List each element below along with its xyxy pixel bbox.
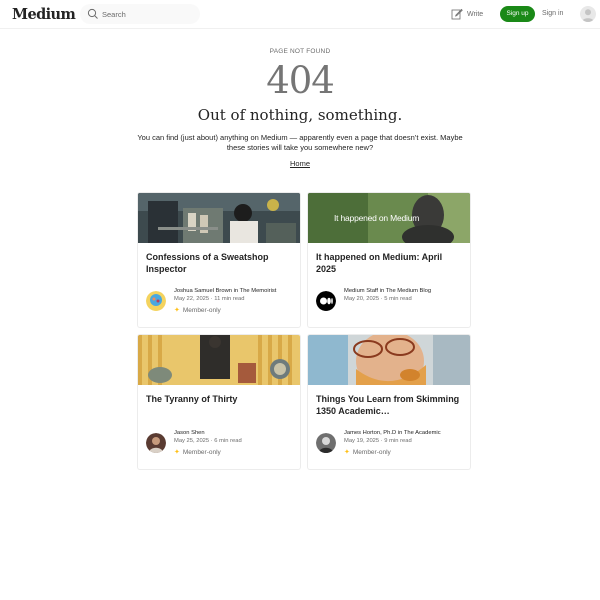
member-only-badge: ✦ Member-only <box>174 306 221 315</box>
story-thumbnail[interactable] <box>308 335 470 385</box>
signin-link[interactable]: Sign in <box>542 10 563 17</box>
story-date: May 22, 2025 <box>174 296 210 302</box>
story-byline: Joshua Samuel Brown in The Memoirist <box>174 288 277 294</box>
story-meta: May 20, 2025 · 5 min read <box>344 296 412 302</box>
author-name[interactable]: Medium Staff <box>344 288 378 294</box>
signup-button[interactable]: Sign up <box>500 6 535 22</box>
author-avatar[interactable] <box>316 433 336 453</box>
story-meta: May 22, 2025 · 11 min read <box>174 296 245 302</box>
story-thumbnail[interactable] <box>138 193 300 243</box>
story-meta: May 19, 2025 · 9 min read <box>344 438 412 444</box>
write-icon <box>451 8 463 20</box>
author-name[interactable]: Joshua Samuel Brown <box>174 288 232 294</box>
search-icon <box>87 8 98 19</box>
story-date: May 20, 2025 <box>344 296 380 302</box>
author-avatar[interactable] <box>316 291 336 311</box>
story-title[interactable]: Confessions of a Sweatshop Inspector <box>146 251 294 275</box>
medium-logo[interactable]: Medium <box>12 6 76 23</box>
member-only-badge: ✦ Member-only <box>344 448 391 457</box>
star-icon: ✦ <box>344 449 350 456</box>
page-title: Out of nothing, something. <box>197 106 403 124</box>
home-link[interactable]: Home <box>290 159 310 168</box>
story-byline: Jason Shen <box>174 430 296 436</box>
star-icon: ✦ <box>174 307 180 314</box>
story-date: May 19, 2025 <box>344 438 380 444</box>
story-byline: James Horton, Ph.D in The Academic <box>344 430 441 436</box>
write-label: Write <box>467 10 484 18</box>
thumbnail-overlay-text: It happened on Medium <box>334 213 420 223</box>
publication-name[interactable]: The Academic <box>404 430 441 436</box>
publication-name[interactable]: The Medium Blog <box>386 288 431 294</box>
member-only-label: Member-only <box>182 306 221 314</box>
author-name[interactable]: Jason Shen <box>174 430 205 436</box>
story-byline: Medium Staff in The Medium Blog <box>344 288 432 294</box>
author-name[interactable]: James Horton, Ph.D <box>344 430 396 436</box>
story-title[interactable]: It happened on Medium: April 2025 <box>316 251 464 275</box>
page-description: You can find (just about) anything on Me… <box>137 133 463 152</box>
home-link-wrapper: Home <box>0 159 600 168</box>
star-icon: ✦ <box>174 449 180 456</box>
story-card[interactable]: Confessions of a Sweatshop Inspector Jos… <box>138 193 300 327</box>
story-thumbnail[interactable] <box>138 335 300 385</box>
member-only-label: Member-only <box>182 448 221 456</box>
author-avatar[interactable] <box>146 433 166 453</box>
story-card[interactable]: Things You Learn from Skimming 1350 Acad… <box>308 335 470 469</box>
top-navbar: Medium Write Sign up Sign in <box>0 0 600 29</box>
user-avatar-icon[interactable] <box>580 6 596 22</box>
member-only-label: Member-only <box>352 448 391 456</box>
error-code: 404 <box>266 59 335 102</box>
story-card[interactable]: It happened on Medium It happened on Med… <box>308 193 470 327</box>
story-card[interactable]: The Tyranny of Thirty Jason Shen May 25,… <box>138 335 300 469</box>
page-not-found-label: PAGE NOT FOUND <box>269 48 331 55</box>
read-time: 11 min read <box>214 296 245 302</box>
read-time: 9 min read <box>384 438 412 444</box>
story-title[interactable]: The Tyranny of Thirty <box>146 393 294 405</box>
author-avatar[interactable] <box>146 291 166 311</box>
write-button[interactable]: Write <box>451 7 483 21</box>
story-title[interactable]: Things You Learn from Skimming 1350 Acad… <box>316 393 464 417</box>
story-thumbnail[interactable]: It happened on Medium <box>308 193 470 243</box>
story-meta: May 25, 2025 · 6 min read <box>174 438 242 444</box>
publication-name[interactable]: The Memoirist <box>240 288 277 294</box>
story-date: May 25, 2025 <box>174 438 210 444</box>
search-input[interactable] <box>102 7 194 21</box>
search-box[interactable] <box>80 4 200 24</box>
member-only-badge: ✦ Member-only <box>174 448 221 457</box>
read-time: 5 min read <box>384 296 412 302</box>
read-time: 6 min read <box>214 438 242 444</box>
